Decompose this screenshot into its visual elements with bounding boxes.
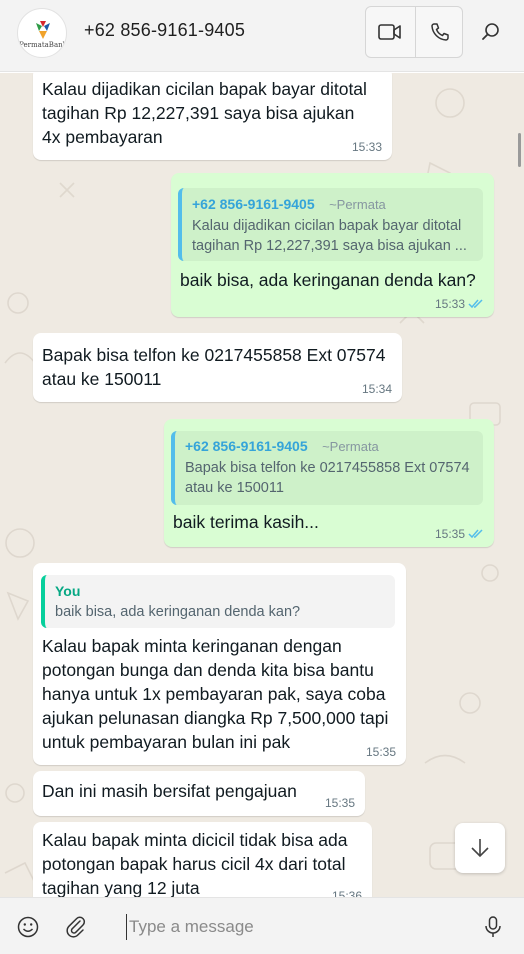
paperclip-icon <box>66 916 86 938</box>
message-input[interactable] <box>126 914 446 940</box>
message-bubble-incoming[interactable]: You baik bisa, ada keringanan denda kan?… <box>33 563 406 765</box>
scroll-to-bottom-button[interactable] <box>455 823 505 873</box>
quoted-author-subtitle: ~Permata <box>322 439 379 454</box>
message-time: 15:33 <box>435 297 484 311</box>
quoted-message[interactable]: +62 856-9161-9405 ~Permata Kalau dijadik… <box>178 188 483 261</box>
emoji-button[interactable] <box>15 914 41 940</box>
scrollbar-thumb[interactable] <box>518 133 521 167</box>
voice-message-button[interactable] <box>480 914 506 940</box>
message-time: 15:36 <box>331 889 362 897</box>
message-time: 15:34 <box>361 382 392 396</box>
double-check-icon <box>468 299 483 309</box>
message-time: 15:35 <box>324 796 355 810</box>
svg-text:PermataBank: PermataBank <box>19 41 67 49</box>
quoted-text: Kalau dijadikan cicilan bapak bayar dito… <box>192 218 467 254</box>
contact-name[interactable]: +62 856-9161-9405 <box>84 20 245 41</box>
message-text: Bapak bisa telfon ke 0217455858 Ext 0757… <box>42 345 386 389</box>
chat-header: PermataBank +62 856-9161-9405 <box>0 0 524 72</box>
message-text: Kalau dijadikan cicilan bapak bayar dito… <box>42 79 367 147</box>
message-bubble-incoming[interactable]: Dan ini masih bersifat pengajuan 15:35 <box>33 771 365 816</box>
quoted-author: +62 856-9161-9405 <box>185 438 308 454</box>
quoted-author: +62 856-9161-9405 <box>192 196 315 212</box>
smiley-icon <box>17 916 39 938</box>
message-text: Kalau bapak minta keringanan dengan poto… <box>42 636 389 752</box>
message-text: Dan ini masih bersifat pengajuan <box>42 781 297 801</box>
message-bubble-outgoing[interactable]: +62 856-9161-9405 ~Permata Bapak bisa te… <box>164 419 494 547</box>
video-camera-icon <box>378 24 401 40</box>
search-icon <box>482 23 499 40</box>
quoted-author: You <box>55 583 81 599</box>
attach-button[interactable] <box>63 914 89 940</box>
video-call-button[interactable] <box>366 7 414 57</box>
permata-logo: PermataBank <box>19 21 67 49</box>
message-bubble-incoming[interactable]: Kalau bapak minta dicicil tidak bisa ada… <box>33 822 372 897</box>
message-list[interactable]: Kalau dijadikan cicilan bapak bayar dito… <box>0 73 524 897</box>
message-bubble-outgoing[interactable]: +62 856-9161-9405 ~Permata Kalau dijadik… <box>171 173 494 317</box>
call-button-group <box>365 6 463 58</box>
message-time: 15:33 <box>351 140 382 154</box>
message-text: baik terima kasih... <box>173 512 319 532</box>
arrow-down-icon <box>471 839 489 858</box>
message-composer <box>0 897 524 954</box>
phone-icon <box>431 23 449 41</box>
message-time: 15:35 <box>435 527 484 541</box>
quoted-author-subtitle: ~Permata <box>329 197 386 212</box>
quoted-text: Bapak bisa telfon ke 0217455858 Ext 0757… <box>185 460 470 496</box>
message-time: 15:35 <box>365 745 396 759</box>
contact-avatar[interactable]: PermataBank <box>17 8 67 58</box>
microphone-icon <box>485 916 501 937</box>
voice-call-button[interactable] <box>416 7 464 57</box>
quoted-message[interactable]: +62 856-9161-9405 ~Permata Bapak bisa te… <box>171 431 483 505</box>
message-bubble-incoming[interactable]: Kalau dijadikan cicilan bapak bayar dito… <box>33 73 392 160</box>
search-button[interactable] <box>474 12 508 52</box>
message-bubble-incoming[interactable]: Bapak bisa telfon ke 0217455858 Ext 0757… <box>33 333 402 402</box>
quoted-message[interactable]: You baik bisa, ada keringanan denda kan? <box>41 575 395 628</box>
quoted-text: baik bisa, ada keringanan denda kan? <box>55 604 301 620</box>
message-text: Kalau bapak minta dicicil tidak bisa ada… <box>42 830 348 897</box>
double-check-icon <box>468 529 483 539</box>
message-text: baik bisa, ada keringanan denda kan? <box>180 270 476 290</box>
